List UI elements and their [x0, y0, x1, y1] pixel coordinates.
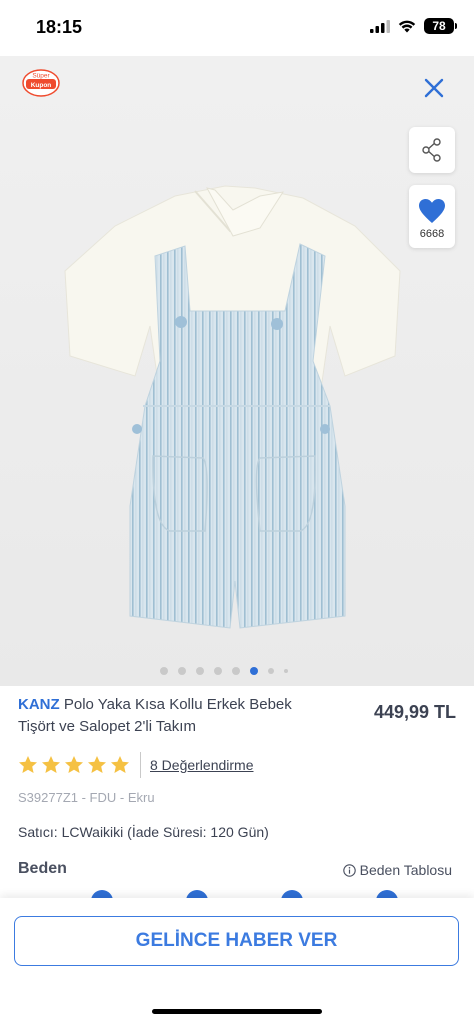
product-price: 449,99 TL [373, 702, 456, 722]
product-name: Polo Yaka Kısa Kollu Erkek Bebek Tişört … [18, 696, 292, 735]
carousel-dot[interactable] [268, 668, 274, 674]
size-label: Beden [18, 860, 67, 877]
status-bar: 18:15 78 [0, 0, 474, 56]
reviews-link[interactable]: 8 Değerlendirme [150, 757, 254, 773]
size-chart-label: Beden Tablosu [359, 862, 452, 878]
carousel-dot[interactable] [232, 667, 240, 675]
svg-text:Süper: Süper [32, 73, 50, 80]
signal-icon [370, 19, 390, 33]
wifi-icon [398, 20, 416, 33]
product-title: KANZ Polo Yaka Kısa Kollu Erkek Bebek Ti… [18, 694, 318, 738]
home-indicator [152, 1009, 322, 1014]
status-time: 18:15 [36, 17, 83, 37]
carousel-dot[interactable] [284, 669, 288, 673]
share-icon [422, 138, 441, 162]
carousel-dot[interactable] [214, 667, 222, 675]
bottom-action-bar: GELİNCE HABER VER [0, 898, 474, 1024]
favorite-button[interactable]: 6668 [409, 185, 455, 248]
info-icon [342, 863, 356, 877]
product-sku: S39277Z1 - FDU - Ekru [18, 790, 155, 805]
carousel-dot[interactable] [250, 667, 258, 675]
star-icon [42, 756, 60, 773]
carousel-dot[interactable] [196, 667, 204, 675]
heart-icon [419, 198, 445, 223]
share-button[interactable] [409, 127, 455, 173]
svg-text:Kupon: Kupon [31, 82, 52, 89]
rating-stars [18, 755, 130, 775]
brand-link[interactable]: KANZ [18, 696, 60, 713]
battery-icon: 78 [424, 18, 457, 34]
close-icon[interactable] [422, 76, 446, 100]
favorite-count: 6668 [419, 227, 445, 240]
star-icon [65, 756, 83, 773]
seller-info: Satıcı: LCWaikiki (İade Süresi: 120 Gün) [18, 824, 269, 840]
product-image-carousel[interactable]: Süper Kupon 6668 [0, 56, 474, 686]
status-icons: 78 [370, 18, 457, 34]
product-photo [64, 185, 401, 629]
notify-me-button[interactable]: GELİNCE HABER VER [14, 916, 459, 966]
carousel-dot[interactable] [178, 667, 186, 675]
rating-row: 8 Değerlendirme [18, 752, 254, 778]
star-icon [19, 756, 37, 773]
size-chart-link[interactable]: Beden Tablosu [342, 862, 452, 878]
star-icon [111, 756, 129, 773]
divider [140, 752, 141, 778]
super-kupon-badge: Süper Kupon [22, 69, 60, 97]
star-icon [88, 756, 106, 773]
carousel-dots [160, 667, 288, 675]
carousel-dot[interactable] [160, 667, 168, 675]
